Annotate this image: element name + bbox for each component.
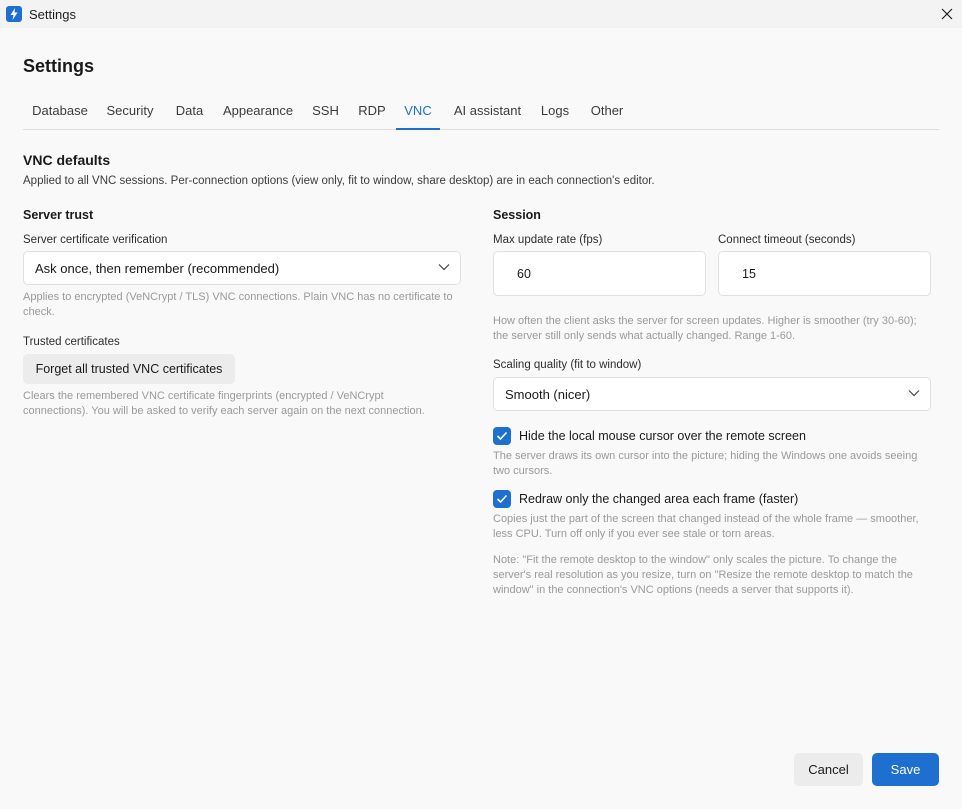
scaling-value: Smooth (nicer) [505,386,591,402]
tab-other[interactable]: Other [586,92,628,129]
hide-cursor-hint-line2: two cursors. [493,465,553,477]
hide-cursor-checkbox[interactable] [493,427,511,445]
redraw-label[interactable]: Redraw only the changed area each frame … [519,492,798,506]
tab-logs[interactable]: Logs [536,92,574,129]
checkmark-icon [496,494,508,504]
max-rate-label: Max update rate (fps) [493,234,603,246]
window-title: Settings [29,7,76,22]
checkmark-icon [496,431,508,441]
forget-hint-line1: Clears the remembered VNC certificate fi… [23,390,384,402]
redraw-hint-line2: less CPU. Turn off only if you ever see … [493,528,775,540]
hide-cursor-hint-line1: The server draws its own cursor into the… [493,450,918,462]
rate-hint-line1: How often the client asks the server for… [493,315,917,327]
verification-label: Server certificate verification [23,234,168,246]
lightning-bolt-icon [6,6,22,22]
note-line1: Note: "Fit the remote desktop to the win… [493,554,897,566]
tab-appearance[interactable]: Appearance [221,92,295,129]
verification-value: Ask once, then remember (recommended) [35,260,280,276]
tab-rdp[interactable]: RDP [354,92,390,129]
tab-data[interactable]: Data [170,92,209,129]
verification-hint-line2: check. [23,306,55,318]
verification-hint-line1: Applies to encrypted (VeNCrypt / TLS) VN… [23,291,453,303]
note-line2: server's real resolution as you resize, … [493,569,913,581]
server-trust-heading: Server trust [23,208,94,222]
tab-ssh[interactable]: SSH [307,92,344,129]
tab-bar: Database Security Data Appearance SSH RD… [23,92,939,130]
redraw-hint-line1: Copies just the part of the screen that … [493,513,919,525]
max-rate-input[interactable]: 60 [493,251,706,296]
save-button[interactable]: Save [872,753,939,786]
note-line3: window" in the connection's VNC options … [493,584,854,596]
tab-ai-assistant[interactable]: AI assistant [451,92,524,129]
tab-security[interactable]: Security [101,92,159,129]
settings-panel: Settings Database Security Data Appearan… [0,28,962,809]
section-title: VNC defaults [23,152,111,168]
forget-certificates-button[interactable]: Forget all trusted VNC certificates [23,354,235,384]
timeout-input[interactable]: 15 [718,251,931,296]
page-title: Settings [23,56,95,76]
tab-vnc[interactable]: VNC [396,92,440,130]
chevron-down-icon [438,264,450,271]
scaling-select[interactable]: Smooth (nicer) [493,377,931,411]
section-description: Applied to all VNC sessions. Per-connect… [23,175,655,187]
title-bar: Settings [0,0,962,28]
tab-database[interactable]: Database [23,92,97,129]
verification-select[interactable]: Ask once, then remember (recommended) [23,251,461,285]
redraw-checkbox[interactable] [493,490,511,508]
trusted-certificates-label: Trusted certificates [23,336,120,348]
forget-hint-line2: connections). You will be asked to verif… [23,405,425,417]
chevron-down-icon [908,390,920,397]
rate-hint-line2: the server still only sends what actuall… [493,330,796,342]
close-icon [941,8,953,20]
close-window-button[interactable] [932,0,962,28]
session-heading: Session [493,208,541,222]
timeout-label: Connect timeout (seconds) [718,234,856,246]
hide-cursor-label[interactable]: Hide the local mouse cursor over the rem… [519,429,806,443]
cancel-button[interactable]: Cancel [794,753,863,786]
scaling-label: Scaling quality (fit to window) [493,359,642,371]
